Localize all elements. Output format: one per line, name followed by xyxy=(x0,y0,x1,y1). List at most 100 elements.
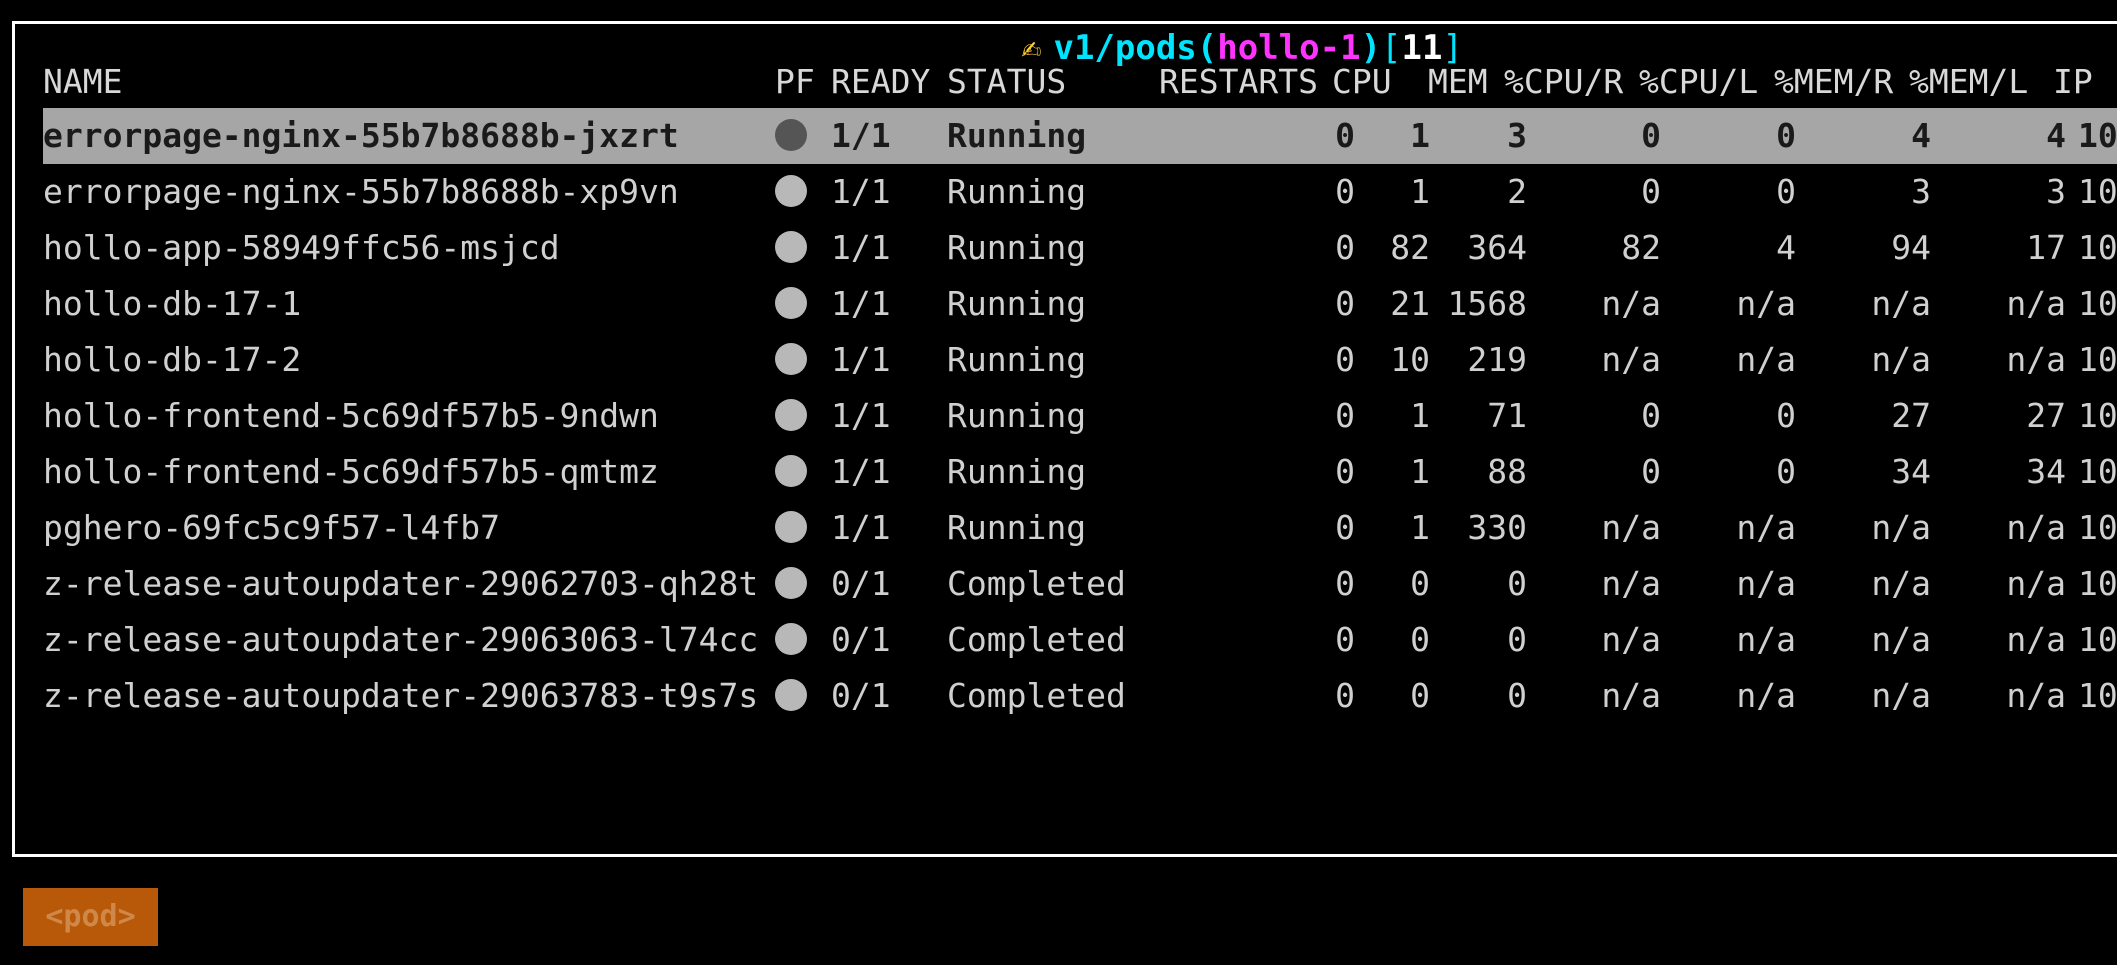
ready-count: 0/1 xyxy=(831,564,891,603)
mem-usage: 88 xyxy=(1487,452,1527,491)
cpu-request-percent: n/a xyxy=(1601,620,1661,659)
cpu-request-percent: n/a xyxy=(1601,676,1661,715)
mem-usage: 0 xyxy=(1507,676,1527,715)
table-row[interactable]: hollo-app-58949ffc56-msjcd 1/1 Running 0 82 3… xyxy=(43,220,2117,276)
cpu-usage: 1 xyxy=(1410,452,1430,491)
pod-name: z-release-autoupdater-29063783-t9s7s xyxy=(43,676,759,715)
ready-count: 1/1 xyxy=(831,172,891,211)
mem-limit-percent: n/a xyxy=(2006,564,2066,603)
port-forward-indicator xyxy=(775,612,815,668)
pods-table: NAME PF READY STATUS RESTARTS CPU MEM %C… xyxy=(43,56,2117,716)
cpu-limit-percent: n/a xyxy=(1736,676,1796,715)
header-ip[interactable]: IP xyxy=(2053,56,2093,108)
pod-status: Completed xyxy=(947,564,1126,603)
table-row[interactable]: hollo-frontend-5c69df57b5-qmtmz 1/1 Runnin… xyxy=(43,444,2117,500)
header-mem-r[interactable]: %MEM/R xyxy=(1774,56,1893,108)
header-mem[interactable]: MEM xyxy=(1428,56,1488,108)
mem-limit-percent: 3 xyxy=(2046,172,2066,211)
pod-ip: 10.0 xyxy=(2078,284,2117,323)
table-row[interactable]: z-release-autoupdater-29063063-l74cc 0/1 C… xyxy=(43,612,2117,668)
header-mem-l[interactable]: %MEM/L xyxy=(1909,56,2028,108)
pod-ip: 10.0 xyxy=(2078,620,2117,659)
pod-name: hollo-db-17-1 xyxy=(43,284,302,323)
table-row[interactable]: hollo-frontend-5c69df57b5-9ndwn 1/1 Runnin… xyxy=(43,388,2117,444)
pod-status: Running xyxy=(947,340,1087,379)
mem-request-percent: n/a xyxy=(1871,620,1931,659)
pod-name: hollo-app-58949ffc56-msjcd xyxy=(43,228,560,267)
table-row[interactable]: pghero-69fc5c9f57-l4fb7 1/1 Running 0 1 330 n/… xyxy=(43,500,2117,556)
pod-status: Running xyxy=(947,116,1087,155)
header-cpu-r[interactable]: %CPU/R xyxy=(1504,56,1623,108)
cpu-limit-percent: 0 xyxy=(1776,452,1796,491)
table-row[interactable]: errorpage-nginx-55b7b8688b-jxzrt 1/1 Runni… xyxy=(43,108,2117,164)
cpu-usage: 0 xyxy=(1410,564,1430,603)
ready-count: 0/1 xyxy=(831,676,891,715)
ready-count: 1/1 xyxy=(831,452,891,491)
cpu-usage: 1 xyxy=(1410,172,1430,211)
mem-limit-percent: 17 xyxy=(2026,228,2066,267)
ready-count: 1/1 xyxy=(831,228,891,267)
cpu-usage: 10 xyxy=(1390,340,1430,379)
pod-ip: 10.0 xyxy=(2078,172,2117,211)
pod-status: Running xyxy=(947,396,1087,435)
header-cpu[interactable]: CPU xyxy=(1332,56,1392,108)
mem-usage: 219 xyxy=(1467,340,1527,379)
header-restarts[interactable]: RESTARTS xyxy=(1159,56,1318,108)
cpu-limit-percent: 0 xyxy=(1776,116,1796,155)
table-row[interactable]: z-release-autoupdater-29063783-t9s7s 0/1 C… xyxy=(43,668,2117,716)
header-ready[interactable]: READY xyxy=(831,56,930,108)
cpu-request-percent: 82 xyxy=(1621,228,1661,267)
pod-ip: 10.0 xyxy=(2078,116,2117,155)
cpu-limit-percent: 4 xyxy=(1776,228,1796,267)
ready-count: 1/1 xyxy=(831,116,891,155)
cpu-limit-percent: n/a xyxy=(1736,508,1796,547)
circle-icon xyxy=(775,174,807,207)
cpu-request-percent: n/a xyxy=(1601,564,1661,603)
circle-icon xyxy=(775,510,807,543)
pod-status: Running xyxy=(947,452,1087,491)
pod-ip: 10.0 xyxy=(2078,340,2117,379)
ready-count: 1/1 xyxy=(831,508,891,547)
table-row[interactable]: hollo-db-17-2 1/1 Running 0 10 219 n/a n/a n/a n/… xyxy=(43,332,2117,388)
table-row[interactable]: hollo-db-17-1 1/1 Running 0 21 1568 n/a n/a n/a n… xyxy=(43,276,2117,332)
port-forward-indicator xyxy=(775,556,815,612)
mem-usage: 0 xyxy=(1507,620,1527,659)
circle-icon xyxy=(775,342,807,375)
circle-icon xyxy=(775,622,807,655)
pod-status: Completed xyxy=(947,676,1126,715)
header-status[interactable]: STATUS xyxy=(947,56,1066,108)
ready-count: 1/1 xyxy=(831,396,891,435)
mem-request-percent: n/a xyxy=(1871,676,1931,715)
mem-usage: 364 xyxy=(1467,228,1527,267)
mem-limit-percent: 27 xyxy=(2026,396,2066,435)
pod-status: Running xyxy=(947,172,1087,211)
cpu-limit-percent: n/a xyxy=(1736,620,1796,659)
header-cpu-l[interactable]: %CPU/L xyxy=(1639,56,1758,108)
mem-usage: 0 xyxy=(1507,564,1527,603)
port-forward-indicator xyxy=(775,108,815,164)
mem-usage: 2 xyxy=(1507,172,1527,211)
pod-status: Running xyxy=(947,284,1087,323)
header-pf[interactable]: PF xyxy=(775,56,815,108)
mem-request-percent: 34 xyxy=(1891,452,1931,491)
circle-icon xyxy=(775,230,807,263)
circle-icon xyxy=(775,118,807,151)
circle-icon xyxy=(775,678,807,711)
cpu-limit-percent: 0 xyxy=(1776,396,1796,435)
mem-limit-percent: n/a xyxy=(2006,676,2066,715)
table-row[interactable]: errorpage-nginx-55b7b8688b-xp9vn 1/1 Runni… xyxy=(43,164,2117,220)
cpu-request-percent: 0 xyxy=(1641,452,1661,491)
header-name[interactable]: NAME xyxy=(43,56,122,108)
port-forward-indicator xyxy=(775,164,815,220)
cpu-limit-percent: n/a xyxy=(1736,340,1796,379)
ready-count: 1/1 xyxy=(831,340,891,379)
crumb-pod[interactable]: <pod> xyxy=(23,888,158,946)
pod-name: z-release-autoupdater-29063063-l74cc xyxy=(43,620,759,659)
cpu-request-percent: 0 xyxy=(1641,396,1661,435)
table-row[interactable]: z-release-autoupdater-29062703-qh28t 0/1 C… xyxy=(43,556,2117,612)
port-forward-indicator xyxy=(775,388,815,444)
port-forward-indicator xyxy=(775,220,815,276)
pod-ip: 10.0 xyxy=(2078,676,2117,715)
pod-ip: 10.0 xyxy=(2078,396,2117,435)
pod-ip: 10.0 xyxy=(2078,564,2117,603)
